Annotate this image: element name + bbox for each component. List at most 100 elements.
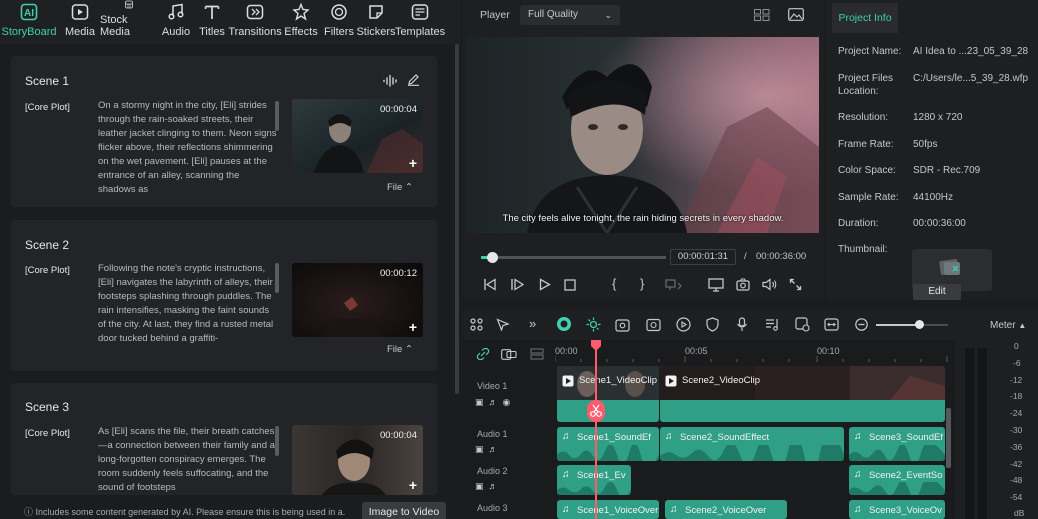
snapshot-image-icon[interactable] — [788, 8, 804, 21]
video-clip[interactable]: Scene1_VideoClip — [557, 366, 659, 422]
audio-wave-icon[interactable] — [383, 74, 397, 87]
playhead-handle[interactable] — [590, 340, 602, 351]
playhead[interactable] — [595, 343, 597, 519]
edit-pencil-icon[interactable] — [407, 73, 420, 86]
scene-description[interactable]: Following the note's cryptic instruction… — [98, 262, 278, 360]
insert-clip-icon[interactable] — [665, 279, 683, 291]
tab-transitions[interactable]: Transitions — [228, 0, 282, 44]
tab-stock-media[interactable]: Stock Media — [100, 0, 158, 44]
scene-text-scrollbar[interactable] — [275, 263, 279, 293]
lock-icon[interactable]: ▣ — [475, 444, 484, 454]
track-manager-icon[interactable] — [530, 348, 544, 360]
audio-stretch-icon[interactable] — [615, 317, 630, 332]
current-time[interactable]: 00:00:01:31 — [670, 249, 736, 265]
music-note-icon: ♫ — [562, 431, 570, 442]
scene-card-1[interactable]: Scene 1 [Core Plot] On a stormy night in… — [11, 56, 437, 207]
volume-icon[interactable] — [762, 278, 777, 291]
audio-clip[interactable]: ♫ Scene2_EventSo — [849, 465, 945, 495]
fullscreen-icon[interactable] — [789, 278, 802, 291]
timeline-scrollbar[interactable] — [946, 408, 951, 468]
quality-dropdown[interactable]: Full Quality ⌄ — [520, 5, 620, 25]
template-icon — [411, 4, 429, 20]
audio-clip[interactable]: ♫ Scene1_Ev — [557, 465, 631, 495]
audio-clip[interactable]: ♫ Scene1_VoiceOver — [557, 500, 659, 519]
play-icon[interactable] — [538, 278, 551, 291]
audio-clip[interactable]: ♫ Scene3_SoundEf — [849, 427, 945, 461]
mark-in-icon[interactable]: { — [612, 276, 616, 291]
tab-project-info[interactable]: Project Info — [832, 3, 898, 33]
tab-storyboard[interactable]: AI StoryBoard — [0, 0, 58, 44]
add-icon[interactable]: + — [409, 477, 417, 493]
zoom-out-icon[interactable] — [855, 318, 868, 331]
eye-icon[interactable]: ◉ — [503, 397, 511, 407]
meter-dropdown[interactable]: Meter ▲ — [990, 320, 1026, 331]
select-cursor-icon[interactable] — [496, 318, 510, 331]
music-note-icon: ♫ — [665, 431, 673, 442]
scene-description[interactable]: As [Eli] scans the file, their breath ca… — [98, 425, 278, 495]
tab-titles[interactable]: Titles — [194, 0, 230, 44]
audio-clip[interactable]: ♫ Scene3_VoiceOv — [849, 500, 945, 519]
stop-icon[interactable] — [564, 279, 576, 291]
playback-scrubber[interactable] — [481, 252, 666, 263]
storyboard-scrollbar[interactable] — [455, 44, 459, 394]
tab-filters[interactable]: Filters — [322, 0, 356, 44]
audio-clip[interactable]: ♫ Scene2_SoundEffect — [660, 427, 844, 461]
auto-enhance-icon[interactable] — [586, 317, 601, 332]
timeline-ruler[interactable]: 00:00 00:05 00:10 — [555, 340, 953, 362]
image-to-video-button[interactable]: Image to Video — [362, 502, 446, 519]
file-dropdown[interactable]: File ⌃ — [387, 344, 413, 355]
expand-tools-icon[interactable]: » — [529, 316, 536, 331]
clip-name: Scene1_VoiceOver — [577, 505, 659, 516]
sticker-edit-icon[interactable] — [795, 317, 810, 332]
add-icon[interactable]: + — [409, 319, 417, 335]
edit-thumbnail-button[interactable]: Edit — [913, 284, 961, 300]
scene-card-3[interactable]: Scene 3 [Core Plot] As [Eli] scans the f… — [11, 383, 437, 495]
link-icon[interactable] — [476, 348, 490, 360]
scene-description[interactable]: On a stormy night in the city, [Eli] str… — [98, 99, 278, 197]
meter-scale-label: -36 — [1010, 442, 1023, 452]
mark-out-icon[interactable]: } — [640, 276, 644, 291]
video-preview[interactable] — [467, 37, 819, 233]
tab-media[interactable]: Media — [64, 0, 96, 44]
next-frame-icon[interactable] — [510, 278, 524, 291]
add-icon[interactable]: + — [409, 155, 417, 171]
speed-icon[interactable] — [676, 317, 691, 332]
video-subtitle: The city feels alive tonight, the rain h… — [502, 213, 784, 224]
scene-thumbnail[interactable]: 00:00:04 + — [292, 425, 423, 495]
scene-thumbnail[interactable]: 00:00:12 + — [292, 263, 423, 337]
ai-image-icon[interactable] — [646, 317, 661, 332]
scene-text-scrollbar[interactable] — [275, 426, 279, 456]
fit-width-icon[interactable] — [824, 317, 839, 332]
layout-grid-icon[interactable] — [470, 318, 483, 331]
microphone-icon[interactable] — [736, 317, 748, 332]
scene-text-scrollbar[interactable] — [275, 101, 279, 131]
add-track-icon[interactable] — [501, 349, 517, 360]
scene-card-2[interactable]: Scene 2 [Core Plot] Following the note's… — [11, 220, 437, 371]
top-toolbar: AI StoryBoard Media Stock Media Audio Ti… — [0, 0, 460, 44]
ai-assistant-icon[interactable] — [556, 316, 572, 332]
media-icon — [71, 4, 89, 20]
music-list-icon[interactable] — [765, 317, 780, 332]
lock-icon[interactable]: ▣ — [475, 481, 484, 491]
mute-speaker-icon[interactable]: ♬ — [489, 397, 498, 407]
tab-audio[interactable]: Audio — [158, 0, 194, 44]
camera-icon[interactable] — [736, 278, 750, 291]
zoom-slider[interactable] — [876, 320, 948, 329]
scene-thumbnail[interactable]: 00:00:04 + — [292, 99, 423, 173]
audio-clip[interactable]: ♫ Scene1_SoundEf — [557, 427, 659, 461]
previous-frame-icon[interactable] — [483, 278, 497, 291]
audio-clip[interactable]: ♫ Scene2_VoiceOver — [665, 500, 787, 519]
grid-view-icon[interactable] — [754, 9, 770, 21]
mute-speaker-icon[interactable]: ♬ — [489, 481, 498, 491]
video-clip[interactable]: Scene2_VideoClip — [660, 366, 945, 422]
render-preview-icon[interactable] — [708, 278, 724, 292]
file-dropdown[interactable]: File ⌃ — [387, 182, 413, 193]
tab-stickers[interactable]: Stickers — [356, 0, 396, 44]
music-note-icon: ♫ — [562, 469, 570, 480]
tab-templates[interactable]: Templates — [395, 0, 445, 44]
split-scissors-icon[interactable] — [587, 400, 605, 422]
lock-icon[interactable]: ▣ — [475, 397, 484, 407]
mask-shield-icon[interactable] — [706, 317, 719, 332]
mute-speaker-icon[interactable]: ♬ — [489, 444, 498, 454]
tab-effects[interactable]: Effects — [280, 0, 322, 44]
